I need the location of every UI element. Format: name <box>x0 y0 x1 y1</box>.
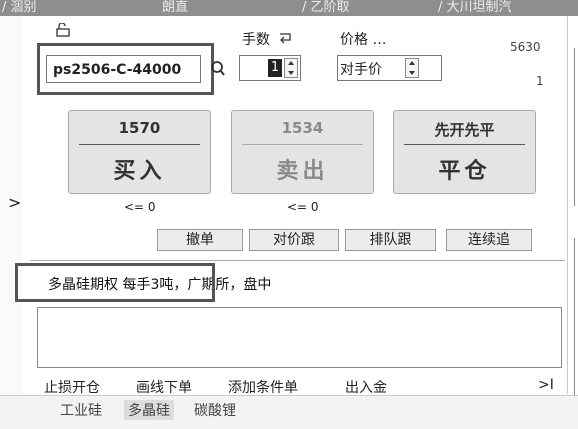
tab-lithium-carbonate[interactable]: 碳酸锂 <box>194 400 236 420</box>
button-separator <box>242 144 363 145</box>
window-header-strip: / 涸别 朗直 / 乙阶取 / 大川坦制汽 <box>0 0 578 16</box>
qty-value: 1 <box>268 59 282 77</box>
buy-label: 买入 <box>113 158 166 184</box>
price-type-select[interactable]: 对手价 <box>337 55 442 81</box>
sell-price: 1534 <box>281 119 324 137</box>
cancel-order-button[interactable]: 撤单 <box>157 229 243 251</box>
sell-button[interactable]: 1534 卖出 <box>231 110 374 194</box>
return-icon <box>280 33 291 44</box>
side-number-bottom: 1 <box>536 74 544 88</box>
header-fragment: / 大川坦制汽 <box>438 0 512 15</box>
expand-left-arrow-icon[interactable]: > <box>8 193 21 212</box>
right-panel-border <box>574 48 578 206</box>
buy-button[interactable]: 1570 买入 <box>68 110 211 194</box>
follow-price-button[interactable]: 对价跟 <box>249 229 339 251</box>
buy-limit: <= 0 <box>124 200 156 214</box>
search-icon[interactable] <box>210 60 226 78</box>
buy-price: 1570 <box>118 119 161 137</box>
contract-highlight-frame <box>37 43 214 95</box>
button-separator <box>404 144 525 145</box>
product-tab-bar: 工业硅 多晶硅 碳酸锂 <box>0 395 578 429</box>
sell-label: 卖出 <box>276 158 329 184</box>
price-label: 价格 … <box>340 32 387 48</box>
info-highlight-frame <box>15 263 215 302</box>
stop-loss-open-link[interactable]: 止损开仓 <box>44 377 100 397</box>
header-fragment: / 涸别 <box>2 0 37 15</box>
button-separator <box>79 144 200 145</box>
qty-spin-icon[interactable] <box>284 58 298 78</box>
lock-icon[interactable] <box>56 23 72 37</box>
queue-follow-button[interactable]: 排队跟 <box>345 229 436 251</box>
close-label: 平仓 <box>438 158 491 184</box>
qty-stepper[interactable]: 1 <box>239 55 301 81</box>
close-mode: 先开先平 <box>434 121 495 139</box>
header-fragment: / 乙阶取 <box>302 0 350 15</box>
continuous-chase-button[interactable]: 连续追 <box>446 229 532 251</box>
tab-industrial-silicon[interactable]: 工业硅 <box>60 400 102 420</box>
tab-polysilicon[interactable]: 多晶硅 <box>124 400 174 420</box>
header-fragment: 朗直 <box>162 0 189 15</box>
qty-label: 手数 <box>242 32 270 48</box>
side-number-top: 5630 <box>510 40 541 54</box>
add-condition-order-link[interactable]: 添加条件单 <box>228 377 298 397</box>
draw-line-order-link[interactable]: 画线下单 <box>136 377 192 397</box>
sell-limit: <= 0 <box>287 200 319 214</box>
funds-transfer-link[interactable]: 出入金 <box>345 377 387 397</box>
right-panel-border <box>574 238 578 398</box>
close-position-button[interactable]: 先开先平 平仓 <box>393 110 536 194</box>
more-links-icon[interactable]: >I <box>538 377 554 393</box>
price-type-value: 对手价 <box>340 62 382 78</box>
message-box <box>37 307 562 368</box>
price-spin-icon[interactable] <box>405 58 419 78</box>
section-divider <box>30 260 565 261</box>
